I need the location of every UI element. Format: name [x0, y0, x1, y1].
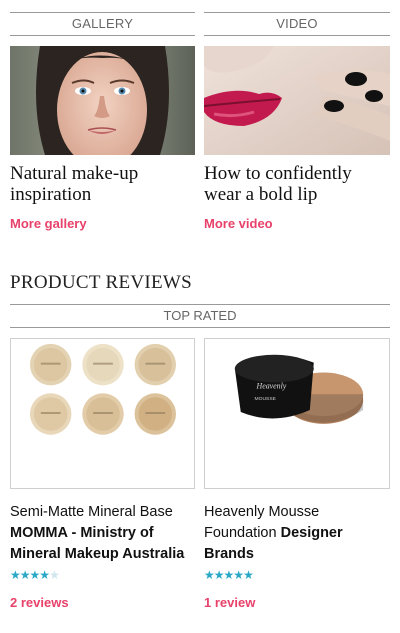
star-filled-icon: ★ [10, 568, 21, 582]
gallery-thumbnail[interactable] [10, 46, 195, 155]
woman-face-image [10, 46, 195, 155]
product-card-image-2[interactable]: Heavenly MOUSSE [204, 338, 390, 489]
star-rating-1: ★★★★★ [10, 569, 195, 581]
star-filled-icon: ★ [39, 568, 50, 582]
reviews-link-1[interactable]: 2 reviews [10, 595, 195, 610]
more-video-link[interactable]: More video [204, 216, 390, 231]
star-rating-2: ★★★★★ [204, 569, 390, 581]
jar-label-script: Heavenly [256, 381, 287, 390]
star-filled-icon: ★ [29, 568, 41, 582]
mineral-powder-jars-image [11, 339, 194, 488]
video-card-title[interactable]: How to confidently wear a bold lip [204, 163, 390, 205]
bold-lip-image [204, 46, 390, 155]
product-card-image-1[interactable] [10, 338, 195, 489]
mousse-foundation-jar-image: Heavenly MOUSSE [205, 339, 389, 488]
star-filled-icon: ★ [223, 568, 235, 582]
star-filled-icon: ★ [233, 568, 244, 582]
video-thumbnail[interactable] [204, 46, 390, 155]
product-name-1[interactable]: Semi-Matte Mineral Base MOMMA - Ministry… [10, 502, 195, 565]
jar-label-text: MOUSSE [255, 396, 277, 402]
product-brand-1: MOMMA - Ministry of Mineral Makeup Austr… [10, 525, 185, 562]
video-section-label: VIDEO [204, 12, 390, 36]
product-reviews-heading: PRODUCT REVIEWS [10, 272, 193, 293]
more-gallery-link[interactable]: More gallery [10, 216, 195, 231]
star-filled-icon: ★ [243, 568, 254, 582]
star-empty-icon: ★ [49, 568, 60, 582]
product-name-1-prefix: Semi-Matte Mineral Base [10, 504, 173, 520]
gallery-section-label: GALLERY [10, 12, 195, 36]
reviews-link-2[interactable]: 1 review [204, 595, 390, 610]
star-filled-icon: ★ [204, 568, 215, 582]
top-rated-tab[interactable]: TOP RATED [10, 304, 390, 328]
product-name-2[interactable]: Heavenly Mousse Foundation Designer Bran… [204, 502, 390, 565]
star-filled-icon: ★ [19, 568, 31, 582]
star-filled-icon: ★ [213, 568, 225, 582]
gallery-card-title[interactable]: Natural make-up inspiration [10, 163, 195, 205]
